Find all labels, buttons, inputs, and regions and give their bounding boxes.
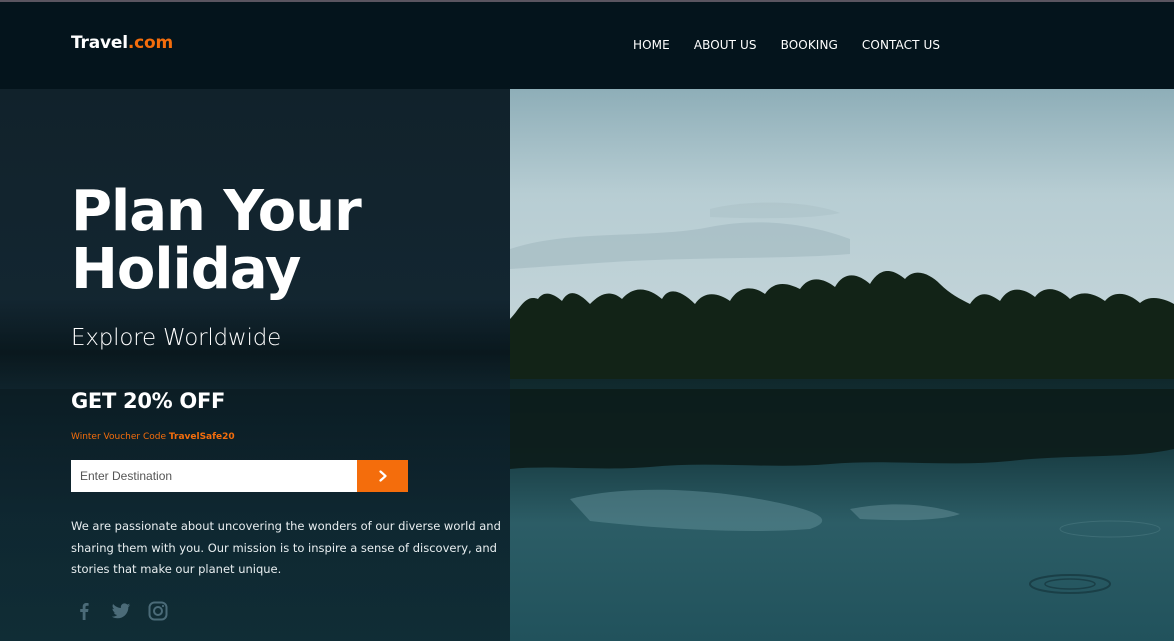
hero-landscape-photo <box>510 89 1174 641</box>
social-links <box>73 600 184 622</box>
offer-heading: GET 20% OFF <box>71 389 226 413</box>
hero-title: Plan Your Holiday <box>71 183 491 299</box>
lake-landscape-image <box>510 89 1174 641</box>
nav-contact-us[interactable]: CONTACT US <box>862 38 940 52</box>
logo-accent: .com <box>127 33 173 53</box>
facebook-icon[interactable] <box>73 600 95 622</box>
site-header: Travel.com HOME ABOUT US BOOKING CONTACT… <box>0 2 1174 89</box>
chevron-right-icon <box>378 470 387 482</box>
main-nav: HOME ABOUT US BOOKING CONTACT US <box>633 38 964 52</box>
destination-input[interactable] <box>71 460 357 492</box>
voucher-label: Winter Voucher Code <box>71 432 169 442</box>
hero-title-line2: Holiday <box>71 237 301 302</box>
nav-home[interactable]: HOME <box>633 38 670 52</box>
hero-title-line1: Plan Your <box>71 179 362 244</box>
search-button[interactable] <box>357 460 408 492</box>
voucher-text: Winter Voucher Code TravelSafe20 <box>71 432 235 442</box>
twitter-icon[interactable] <box>110 600 132 622</box>
hero-description: We are passionate about uncovering the w… <box>71 519 501 576</box>
hero-subtitle: Explore Worldwide <box>71 325 282 351</box>
instagram-icon[interactable] <box>147 600 169 622</box>
nav-about-us[interactable]: ABOUT US <box>694 38 757 52</box>
nav-booking[interactable]: BOOKING <box>781 38 838 52</box>
voucher-code: TravelSafe20 <box>168 432 235 442</box>
logo-text: Travel <box>71 33 128 53</box>
logo[interactable]: Travel.com <box>71 33 173 53</box>
